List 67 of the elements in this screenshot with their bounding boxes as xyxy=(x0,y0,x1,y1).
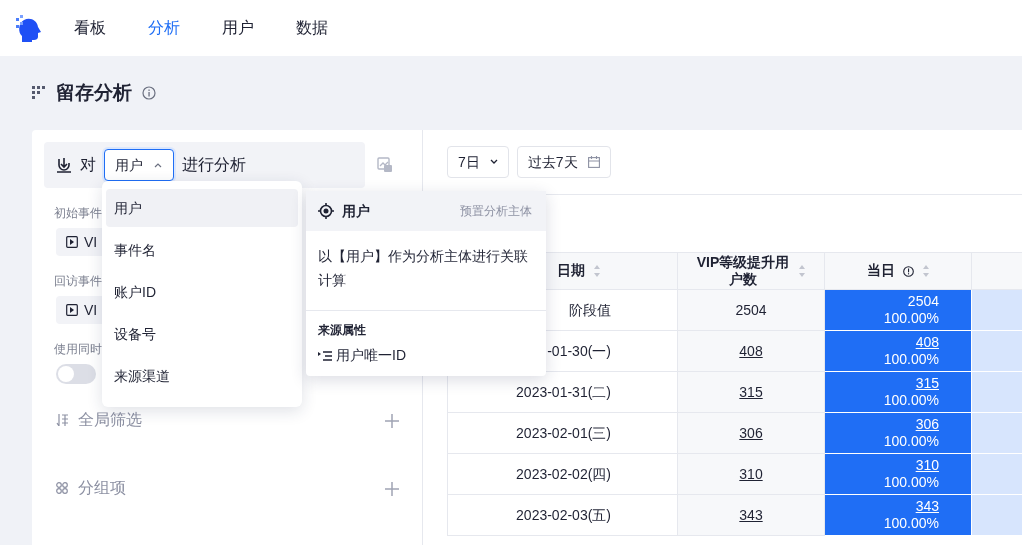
subject-suffix: 进行分析 xyxy=(182,155,246,175)
count-link[interactable]: 310 xyxy=(739,465,763,482)
count-link[interactable]: 343 xyxy=(739,506,763,523)
plus-icon xyxy=(385,481,399,496)
table-cell: 2023-02-02(四) xyxy=(516,465,611,482)
table-cell: 2504 xyxy=(735,301,767,318)
field-label: 初始事件 xyxy=(54,205,102,222)
popover-title: 用户 xyxy=(342,201,371,221)
list-icon xyxy=(318,349,332,362)
field-label: 使用同时 xyxy=(54,341,102,358)
source-field: 用户唯一ID xyxy=(336,345,406,366)
merge-icon xyxy=(56,157,72,173)
nav-tab[interactable]: 看板 xyxy=(64,16,116,40)
rate-text: 100.00% xyxy=(883,515,939,531)
sort-icon xyxy=(593,264,601,278)
table-cell: 2023-01-31(二) xyxy=(516,383,611,400)
count-link[interactable]: 306 xyxy=(739,424,763,441)
event-icon xyxy=(66,304,78,316)
sort-icon xyxy=(798,264,806,278)
nav-tab[interactable]: 数据 xyxy=(286,16,338,40)
toggle-switch[interactable] xyxy=(56,364,96,384)
rate-text: 100.00% xyxy=(883,433,939,449)
drag-handle-icon xyxy=(32,86,46,100)
rate-text: 100.00% xyxy=(883,310,939,326)
nav-tab[interactable]: 用户 xyxy=(212,16,264,40)
count-link[interactable]: 306 xyxy=(915,416,939,433)
chart-icon xyxy=(377,157,393,173)
calendar-icon xyxy=(587,156,600,168)
count-link[interactable]: 315 xyxy=(915,375,939,392)
table-cell: 2504 xyxy=(907,293,939,310)
subject-prefix: 对 xyxy=(80,155,96,175)
popover-tag: 预置分析主体 xyxy=(460,202,532,220)
menu-item[interactable]: 来源渠道 xyxy=(106,357,298,395)
section-label: 全局筛选 xyxy=(78,410,143,430)
plus-icon xyxy=(385,413,399,428)
count-link[interactable]: 343 xyxy=(915,498,939,515)
sort-icon xyxy=(921,264,930,278)
column-header[interactable]: 日期 xyxy=(557,262,585,280)
section-label: 分组项 xyxy=(78,478,127,498)
table-cell: 2023-02-03(五) xyxy=(516,506,611,523)
subject-select[interactable]: 用户 xyxy=(104,149,174,181)
group-icon xyxy=(56,482,68,494)
caret-icon xyxy=(489,159,498,165)
filter-icon xyxy=(56,414,68,426)
count-link[interactable]: 408 xyxy=(915,334,939,351)
target-icon xyxy=(318,203,334,219)
popover-description: 以【用户】作为分析主体进行关联计算 xyxy=(318,247,529,290)
column-header[interactable]: 当日 xyxy=(866,262,895,280)
page-title: 留存分析 xyxy=(56,81,132,105)
logo-icon xyxy=(14,14,42,42)
granularity-select[interactable]: 7日 xyxy=(447,146,509,178)
rate-text: 100.00% xyxy=(883,351,939,367)
count-link[interactable]: 310 xyxy=(915,457,939,474)
rate-text: 100.00% xyxy=(883,392,939,408)
nav-tab[interactable]: 分析 xyxy=(138,16,190,40)
field-label: 回访事件 xyxy=(54,273,102,290)
date-range-picker[interactable]: 过去7天 xyxy=(516,146,611,178)
info-icon xyxy=(142,86,156,100)
count-link[interactable]: 408 xyxy=(739,342,763,359)
count-link[interactable]: 315 xyxy=(739,383,763,400)
menu-item[interactable]: 用户 xyxy=(106,189,298,227)
table-cell: 阶段值 xyxy=(569,301,611,318)
event-icon xyxy=(66,236,78,248)
source-heading: 来源属性 xyxy=(318,322,367,339)
rate-text: 100.00% xyxy=(883,474,939,490)
table-cell: 2023-02-01(三) xyxy=(516,424,611,441)
table-cell: -01-30(一) xyxy=(547,342,611,359)
